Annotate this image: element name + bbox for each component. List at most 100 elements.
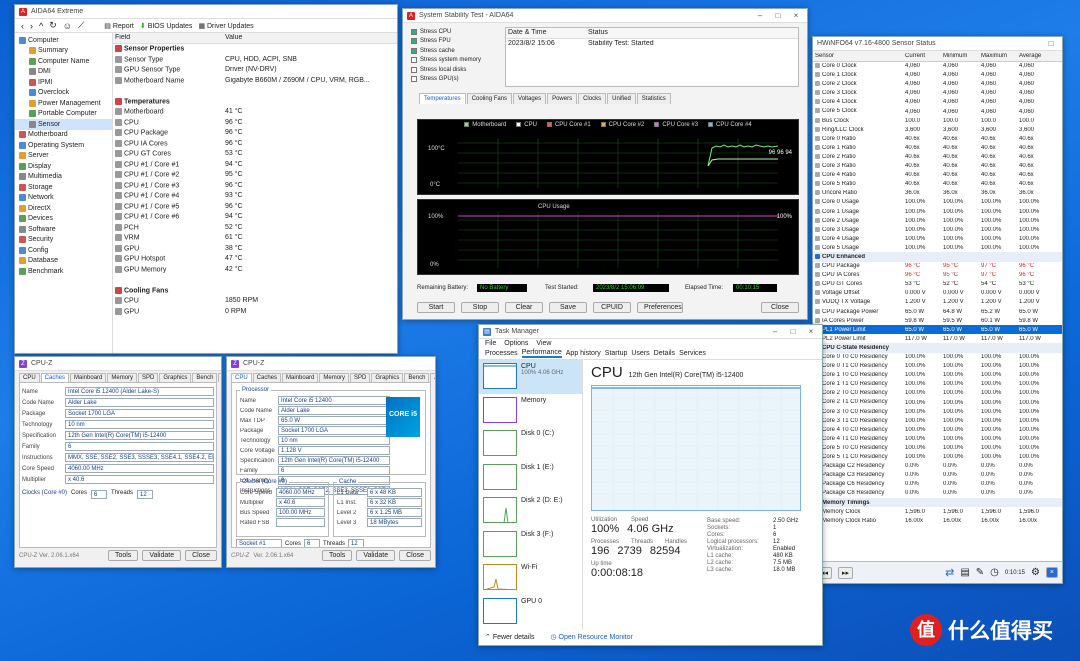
socket-select[interactable]: Socket #1 <box>236 539 282 547</box>
cpuz-tab[interactable]: Bench <box>192 373 218 382</box>
validate-button[interactable]: Validate <box>356 550 396 561</box>
tree-item[interactable]: Devices <box>15 214 112 225</box>
user-icon[interactable]: ☺ <box>63 21 72 31</box>
sensor-row[interactable]: Core 1 Clock 4,060 4,060 4,060 4,060 <box>813 71 1062 80</box>
stress-checkbox[interactable]: Stress GPU(s) <box>411 75 497 85</box>
sensor-row[interactable] <box>113 86 397 97</box>
preferences-button[interactable]: Preferences <box>637 302 683 313</box>
checkbox-icon[interactable] <box>411 57 417 64</box>
taskmgr-tab[interactable]: Services <box>679 350 706 357</box>
checkbox-icon[interactable] <box>411 47 417 54</box>
tree-item[interactable]: Computer <box>15 35 112 46</box>
checkbox-icon[interactable] <box>411 66 417 73</box>
cpuz-tab[interactable]: Memory <box>107 373 138 382</box>
stability-tab[interactable]: Unified <box>607 93 636 104</box>
sensor-row[interactable]: CPU #1 / Core #3 96 °C <box>113 180 397 191</box>
tree-item[interactable]: Storage <box>15 182 112 193</box>
cpuz-tab[interactable]: SPD <box>350 373 371 382</box>
stop-button[interactable]: Stop <box>461 302 499 313</box>
sensor-row[interactable]: Core 4 Ratio 40.6x 40.6x 40.6x 40.6x <box>813 171 1062 180</box>
settings-icon[interactable]: ⚙ <box>1031 567 1040 578</box>
sensor-row[interactable]: GPU Hotspot 47 °C <box>113 254 397 265</box>
cpuz-tab[interactable]: Caches <box>40 373 70 382</box>
menu-item[interactable]: Options <box>504 340 528 347</box>
sensor-row[interactable]: Core 3 Ratio 40.6x 40.6x 40.6x 40.6x <box>813 162 1062 171</box>
resource-item[interactable]: CPU 100% 4.06 GHz <box>479 360 582 394</box>
sensor-row[interactable]: Core 4 Usage 100.0% 100.0% 100.0% 100.0% <box>813 234 1062 243</box>
sensor-row[interactable]: CPU IA Cores 96 °C 95 °C 97 °C 96 °C <box>813 271 1062 280</box>
sensor-row[interactable]: CPU #1 / Core #2 95 °C <box>113 170 397 181</box>
report-icon[interactable]: ▤ Report <box>104 22 134 30</box>
checkbox-icon[interactable] <box>411 28 417 35</box>
sensor-row[interactable]: Core 5 Ratio 40.6x 40.6x 40.6x 40.6x <box>813 180 1062 189</box>
tree-item[interactable]: Benchmark <box>15 266 112 277</box>
checkbox-icon[interactable] <box>411 38 417 45</box>
sensor-row[interactable]: Core 0 T1 C0 Residency 100.0% 100.0% 100.0%… <box>813 362 1062 371</box>
tree-item[interactable]: Computer Name <box>15 56 112 67</box>
column-sensor[interactable]: Sensor <box>813 53 903 59</box>
tree-item[interactable]: DMI <box>15 67 112 78</box>
back-icon[interactable]: ‹ <box>21 21 24 31</box>
fewer-details-link[interactable]: ⌃ Fewer details <box>485 633 534 641</box>
stress-checkbox[interactable]: Stress system memory <box>411 56 497 66</box>
sensor-row[interactable]: CPU GT Cores 53 °C 52 °C 54 °C 53 °C <box>813 280 1062 289</box>
resource-item[interactable]: Disk 0 (C:) <box>479 427 582 461</box>
sensor-row[interactable]: CPU #1 / Core #4 93 °C <box>113 191 397 202</box>
column-minimum[interactable]: Minimum <box>941 53 979 59</box>
legend-checkbox-icon[interactable] <box>654 122 660 127</box>
sensor-row[interactable]: Package C3 Residency 0.0% 0.0% 0.0% 0.0% <box>813 471 1062 480</box>
sensor-row[interactable]: Bus Clock 100.0 100.0 100.0 100.0 <box>813 116 1062 125</box>
close-button[interactable]: × <box>1045 567 1058 578</box>
stress-checkbox[interactable]: Stress local disks <box>411 65 497 75</box>
taskmgr-tab[interactable]: Users <box>631 350 649 357</box>
driver-update-icon[interactable]: ▦ Driver Updates <box>198 22 253 30</box>
close-button[interactable]: Close <box>399 550 431 561</box>
column-maximum[interactable]: Maximum <box>979 53 1017 59</box>
sensor-row[interactable]: CPU #1 / Core #6 94 °C <box>113 212 397 223</box>
legend-checkbox-icon[interactable] <box>546 122 552 127</box>
sensor-row[interactable]: GPU 0 RPM <box>113 306 397 317</box>
cpuz-tab[interactable]: Bench <box>404 373 430 382</box>
close-button[interactable]: Close <box>185 550 217 561</box>
cpuz-tab[interactable]: CPU <box>19 373 40 382</box>
pencil-icon[interactable]: ✎ <box>976 567 984 578</box>
legend-item[interactable]: CPU Core #2 <box>600 122 644 128</box>
tree-item[interactable]: Operating System <box>15 140 112 151</box>
sensor-row[interactable]: Core 5 T1 C0 Residency 100.0% 100.0% 100.0%… <box>813 453 1062 462</box>
legend-checkbox-icon[interactable] <box>708 122 714 127</box>
tree-item[interactable]: Motherboard <box>15 130 112 141</box>
stability-tab[interactable]: Clocks <box>578 93 607 104</box>
column-field[interactable]: Field <box>113 34 223 41</box>
sensor-row[interactable]: Ring/LLC Clock 3,600 3,600 3,600 3,600 <box>813 125 1062 134</box>
sensor-row[interactable]: Core 5 Clock 4,060 4,060 4,060 4,060 <box>813 107 1062 116</box>
sensor-row[interactable]: CPU Package 96 °C <box>113 128 397 139</box>
stability-tab[interactable]: Temperatures <box>419 93 466 104</box>
cpuz-tab[interactable]: About <box>218 373 221 382</box>
chart-icon[interactable]: ⟋ <box>78 20 84 31</box>
tree-item[interactable]: Multimedia <box>15 172 112 183</box>
sensor-row[interactable]: Core 1 Ratio 40.6x 40.6x 40.6x 40.6x <box>813 143 1062 152</box>
tree-item[interactable]: Display <box>15 161 112 172</box>
sensor-row[interactable]: Motherboard Name Gigabyte B660M / Z690M /… <box>113 75 397 86</box>
bios-update-icon[interactable]: ⬇ BIOS Updates <box>140 22 193 30</box>
sensor-row[interactable]: Core 1 Usage 100.0% 100.0% 100.0% 100.0% <box>813 207 1062 216</box>
resource-item[interactable]: GPU 0 <box>479 595 582 629</box>
sensor-row[interactable]: Package C8 Residency 0.0% 0.0% 0.0% 0.0% <box>813 489 1062 498</box>
sensor-group-header[interactable]: CPU C-State Residency <box>813 343 1062 353</box>
cpuz-tab[interactable]: Mainboard <box>70 373 107 382</box>
taskmgr-tab[interactable]: Processes <box>485 350 518 357</box>
sensor-row[interactable]: Core 4 T1 C0 Residency 100.0% 100.0% 100.0%… <box>813 434 1062 443</box>
sensor-row[interactable] <box>113 275 397 286</box>
tree-item[interactable]: IPMI <box>15 77 112 88</box>
sensor-row[interactable]: Cooling Fans <box>113 285 397 296</box>
sensor-row[interactable]: Core 0 T0 C0 Residency 100.0% 100.0% 100.0%… <box>813 353 1062 362</box>
sensor-row[interactable]: Core 2 Clock 4,060 4,060 4,060 4,060 <box>813 80 1062 89</box>
sensor-row[interactable]: Motherboard 41 °C <box>113 107 397 118</box>
tree-item[interactable]: Summary <box>15 46 112 57</box>
tools-button[interactable]: Tools <box>107 550 139 561</box>
sensor-row[interactable]: Core 1 T0 C0 Residency 100.0% 100.0% 100.0%… <box>813 371 1062 380</box>
sensor-row[interactable]: GPU Sensor Type Driver (NV-DRV) <box>113 65 397 76</box>
column-current[interactable]: Current <box>903 53 941 59</box>
legend-item[interactable]: CPU <box>516 122 537 128</box>
sensor-row[interactable]: Package C6 Residency 0.0% 0.0% 0.0% 0.0% <box>813 480 1062 489</box>
